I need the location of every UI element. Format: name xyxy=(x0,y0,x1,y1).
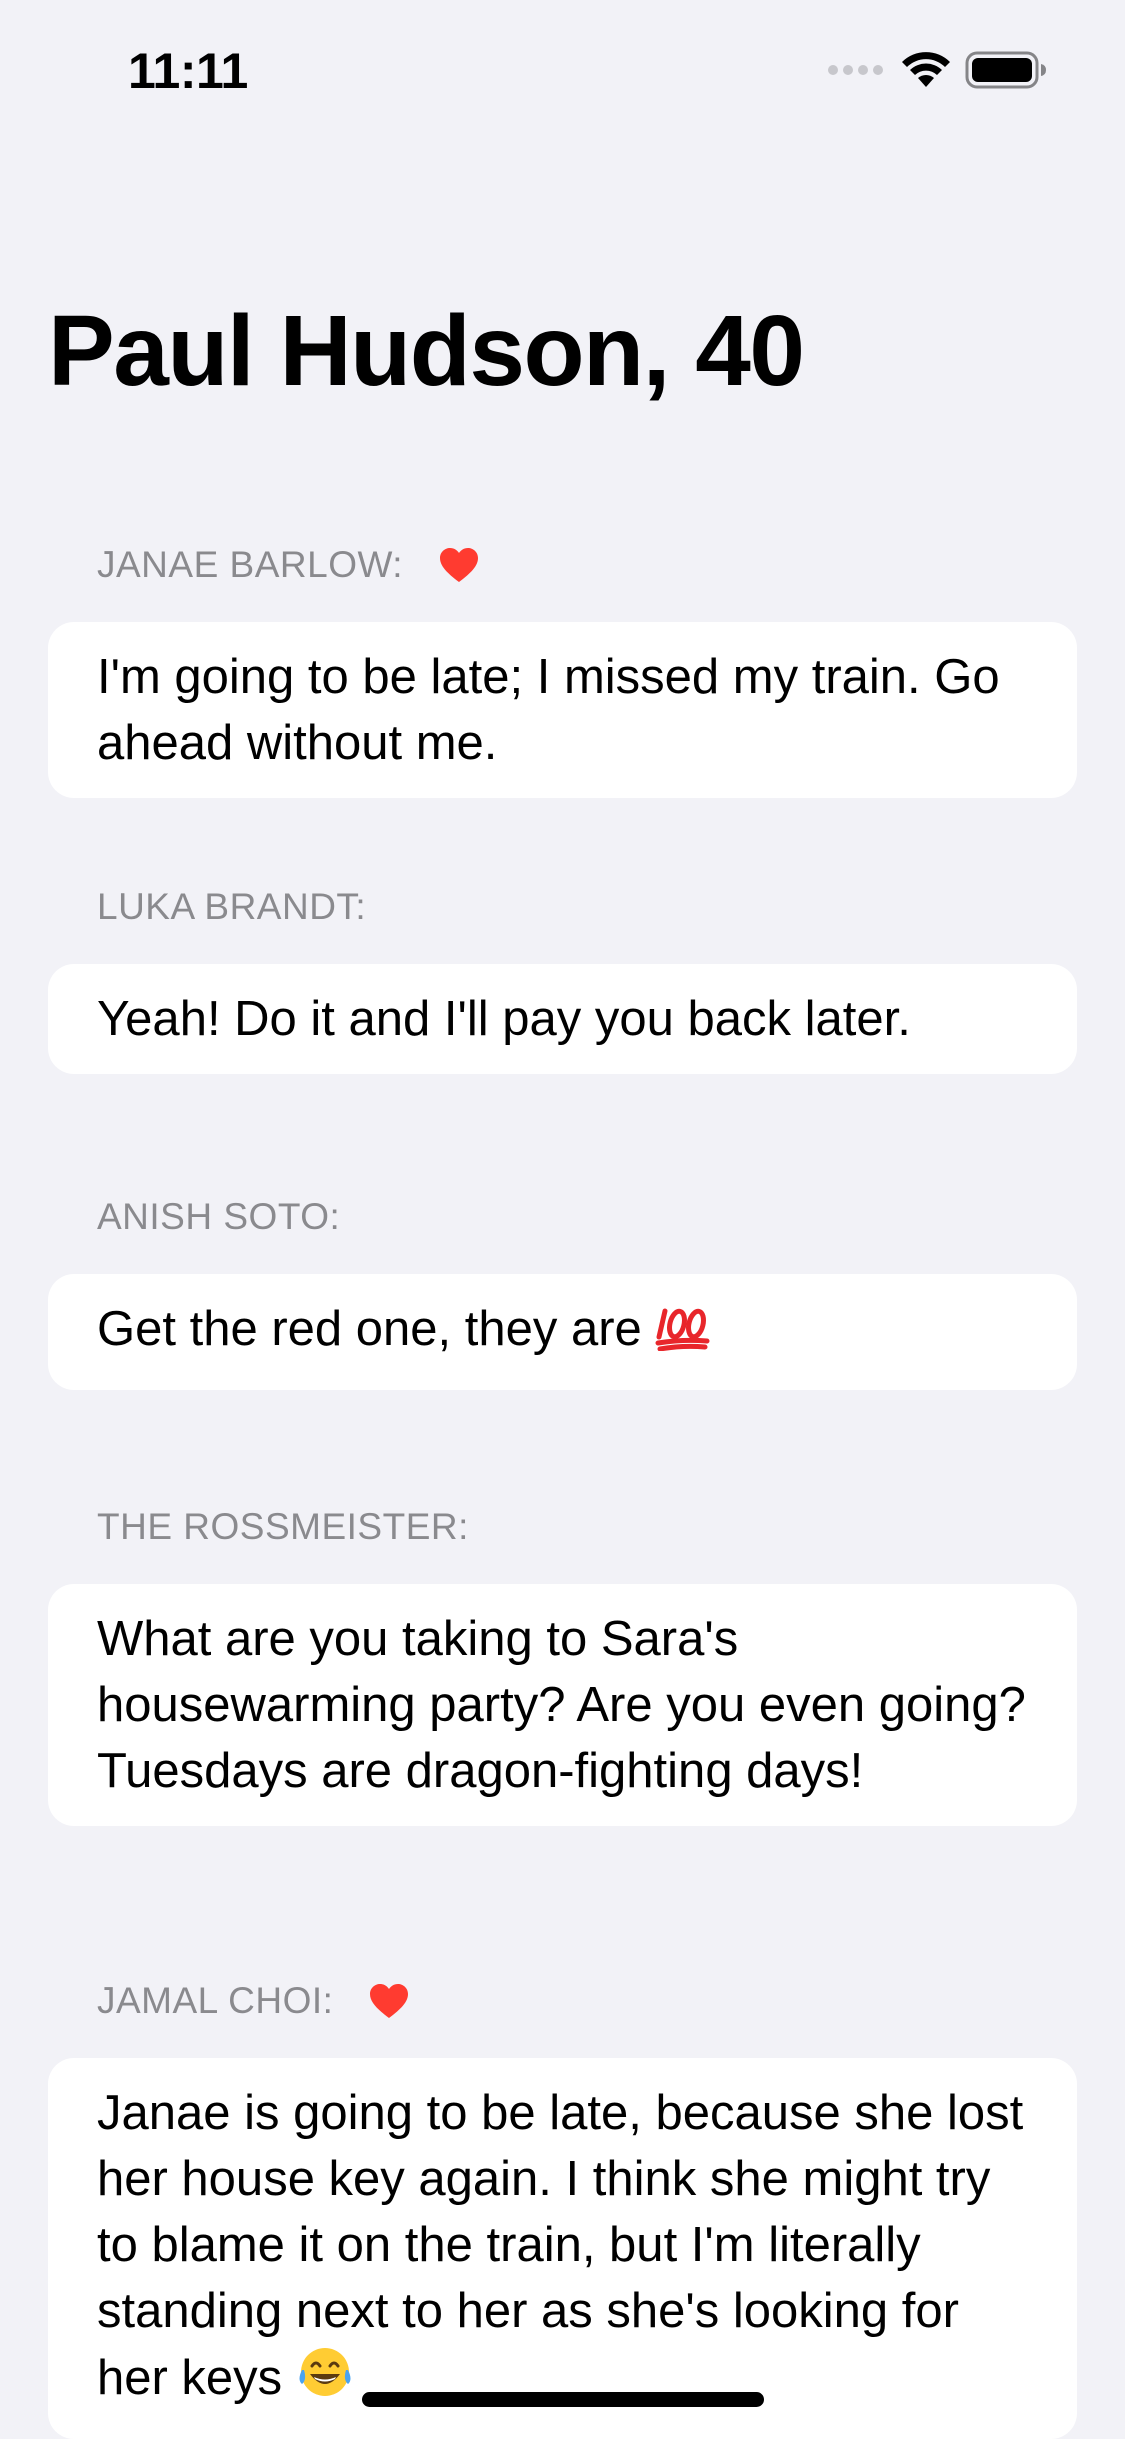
sender-name: JANAE BARLOW: xyxy=(97,544,404,585)
message-text: What are you taking to Sara's housewarmi… xyxy=(97,1612,1026,1798)
section-header: JAMAL CHOI: xyxy=(48,1966,1077,2036)
message-section: THE ROSSMEISTER: What are you taking to … xyxy=(48,1492,1077,1826)
message-card[interactable]: Yeah! Do it and I'll pay you back later. xyxy=(48,964,1077,1074)
wifi-icon xyxy=(901,51,951,94)
section-header: THE ROSSMEISTER: xyxy=(48,1492,1077,1562)
page-title: Paul Hudson, 40 xyxy=(48,295,805,407)
message-card[interactable]: Janae is going to be late, because she l… xyxy=(48,2058,1077,2439)
message-card[interactable]: Get the red one, they are xyxy=(48,1274,1077,1390)
status-bar: 11:11 xyxy=(0,0,1125,140)
status-icons xyxy=(827,50,1047,95)
sender-name: LUKA BRANDT: xyxy=(97,886,367,927)
message-card[interactable]: I'm going to be late; I missed my train.… xyxy=(48,622,1077,798)
sender-name: THE ROSSMEISTER: xyxy=(97,1506,469,1547)
section-header: JANAE BARLOW: xyxy=(48,530,1077,600)
hundred-points-icon xyxy=(655,1302,711,1368)
message-text: Get the red one, they are xyxy=(97,1302,642,1356)
message-section: JANAE BARLOW: I'm going to be late; I mi… xyxy=(48,530,1077,798)
message-section: LUKA BRANDT: Yeah! Do it and I'll pay yo… xyxy=(48,872,1077,1074)
heart-icon xyxy=(369,1983,409,2019)
tears-of-joy-icon xyxy=(296,2344,354,2417)
message-text: Janae is going to be late, because she l… xyxy=(97,2086,1024,2405)
message-card[interactable]: What are you taking to Sara's housewarmi… xyxy=(48,1584,1077,1826)
sender-name: JAMAL CHOI: xyxy=(97,1980,334,2021)
message-text: I'm going to be late; I missed my train.… xyxy=(97,650,1000,770)
battery-icon xyxy=(965,50,1047,95)
heart-icon xyxy=(439,547,479,583)
cellular-signal-icon xyxy=(827,63,887,82)
section-header: LUKA BRANDT: xyxy=(48,872,1077,942)
status-time: 11:11 xyxy=(128,43,248,99)
sender-name: ANISH SOTO: xyxy=(97,1196,341,1237)
message-section: ANISH SOTO: Get the red one, they are xyxy=(48,1182,1077,1390)
message-text: Yeah! Do it and I'll pay you back later. xyxy=(97,992,911,1046)
section-header: ANISH SOTO: xyxy=(48,1182,1077,1252)
message-section: JAMAL CHOI: Janae is going to be late, b… xyxy=(48,1966,1077,2439)
home-indicator[interactable] xyxy=(362,2392,764,2407)
